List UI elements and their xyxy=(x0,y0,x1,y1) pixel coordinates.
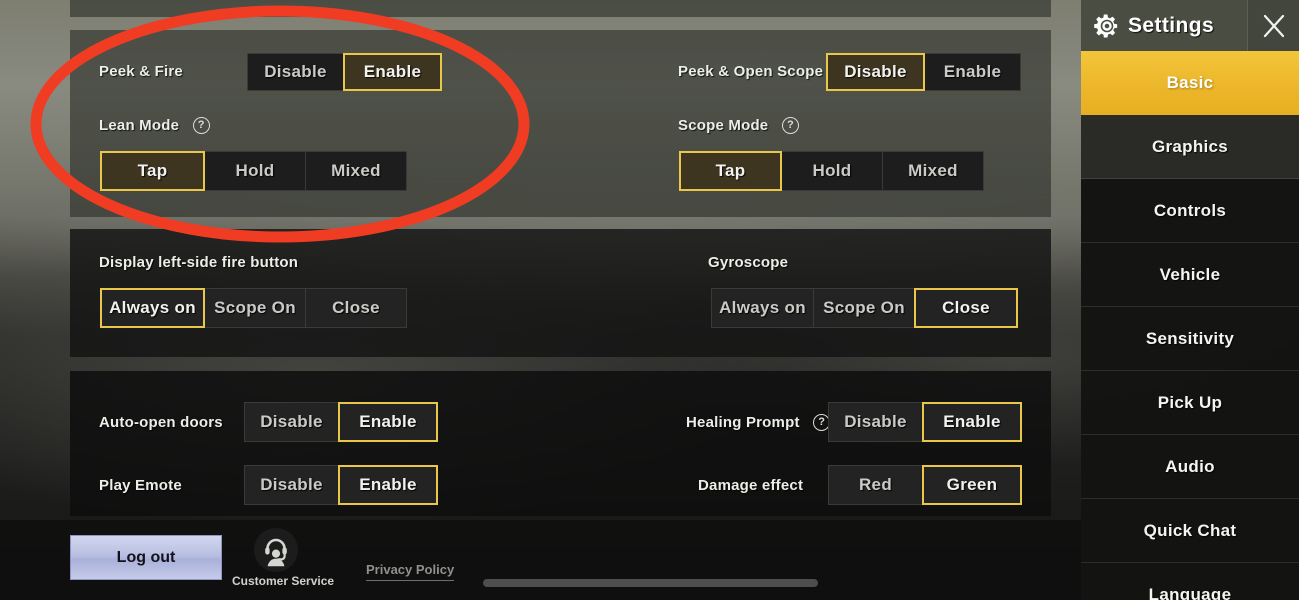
left-fire-button-label: Display left-side fire button xyxy=(99,254,299,271)
gyroscope-label-row: Gyroscope xyxy=(708,254,788,272)
peek-open-scope-label-row: Peek & Open Scope xyxy=(678,63,823,81)
play-emote-option-disable[interactable]: Disable xyxy=(244,465,339,505)
peek-fire-options: Disable Enable xyxy=(247,53,442,91)
sidebar-item-audio[interactable]: Audio xyxy=(1081,435,1299,499)
peek-open-scope-option-enable[interactable]: Enable xyxy=(924,53,1021,91)
auto-open-doors-option-disable[interactable]: Disable xyxy=(244,402,339,442)
sidebar-menu: Basic Graphics Controls Vehicle Sensitiv… xyxy=(1081,51,1299,600)
scope-mode-label-row: Scope Mode ? xyxy=(678,117,799,135)
panel-peek-settings: Peek & Fire Disable Enable Lean Mode ? T… xyxy=(70,30,1051,217)
gyroscope-label: Gyroscope xyxy=(708,254,789,271)
damage-effect-options: Red Green xyxy=(828,465,1022,505)
panel-misc-settings: Auto-open doors Disable Enable Play Emot… xyxy=(70,371,1051,516)
sidebar-header: Settings xyxy=(1081,0,1299,51)
panel-above-stub xyxy=(70,0,1051,17)
lean-mode-label-row: Lean Mode ? xyxy=(99,117,210,135)
healing-prompt-label-row: Healing Prompt ? xyxy=(686,414,831,432)
peek-fire-label-row: Peek & Fire xyxy=(99,63,183,81)
sidebar-item-sensitivity[interactable]: Sensitivity xyxy=(1081,307,1299,371)
auto-open-doors-label: Auto-open doors xyxy=(99,414,223,431)
settings-title: Settings xyxy=(1128,13,1215,37)
auto-open-doors-option-enable[interactable]: Enable xyxy=(338,402,438,442)
scope-mode-help-icon[interactable]: ? xyxy=(781,117,799,134)
settings-content: Peek & Fire Disable Enable Lean Mode ? T… xyxy=(0,0,1081,600)
left-fire-button-option-scope-on[interactable]: Scope On xyxy=(204,288,306,328)
panel-fire-gyro-settings: Display left-side fire button Always on … xyxy=(70,229,1051,357)
sidebar-item-graphics[interactable]: Graphics xyxy=(1081,115,1299,179)
close-x-icon xyxy=(1263,14,1284,37)
privacy-policy-link[interactable]: Privacy Policy xyxy=(366,562,455,581)
auto-open-doors-options: Disable Enable xyxy=(244,402,438,442)
scope-mode-option-hold[interactable]: Hold xyxy=(781,151,883,191)
peek-open-scope-options: Disable Enable xyxy=(826,53,1021,91)
left-fire-button-option-always-on[interactable]: Always on xyxy=(100,288,205,328)
horizontal-scrollbar[interactable] xyxy=(483,579,818,587)
left-fire-button-label-row: Display left-side fire button xyxy=(99,254,298,272)
damage-effect-label-row: Damage effect xyxy=(698,477,803,495)
headset-agent-icon xyxy=(254,528,298,572)
healing-prompt-options: Disable Enable xyxy=(828,402,1022,442)
sidebar-item-quick-chat[interactable]: Quick Chat xyxy=(1081,499,1299,563)
scope-mode-options: Tap Hold Mixed xyxy=(679,151,984,191)
damage-effect-option-green[interactable]: Green xyxy=(922,465,1022,505)
settings-screen: Peek & Fire Disable Enable Lean Mode ? T… xyxy=(0,0,1299,600)
peek-fire-label: Peek & Fire xyxy=(99,63,183,80)
gear-icon xyxy=(1094,13,1120,39)
damage-effect-option-red[interactable]: Red xyxy=(828,465,923,505)
sidebar-item-controls[interactable]: Controls xyxy=(1081,179,1299,243)
customer-service-label: Customer Service xyxy=(232,574,335,588)
lean-mode-option-mixed[interactable]: Mixed xyxy=(305,151,407,191)
healing-prompt-label: Healing Prompt xyxy=(686,414,800,431)
gyroscope-option-always-on[interactable]: Always on xyxy=(711,288,814,328)
play-emote-option-enable[interactable]: Enable xyxy=(338,465,438,505)
sidebar-item-vehicle[interactable]: Vehicle xyxy=(1081,243,1299,307)
healing-prompt-option-enable[interactable]: Enable xyxy=(922,402,1022,442)
scope-mode-option-tap[interactable]: Tap xyxy=(679,151,782,191)
play-emote-label: Play Emote xyxy=(99,477,182,494)
scope-mode-label: Scope Mode xyxy=(678,117,769,134)
healing-prompt-option-disable[interactable]: Disable xyxy=(828,402,923,442)
left-fire-button-option-close[interactable]: Close xyxy=(305,288,407,328)
peek-fire-option-disable[interactable]: Disable xyxy=(247,53,344,91)
logout-button[interactable]: Log out xyxy=(70,535,222,580)
peek-fire-option-enable[interactable]: Enable xyxy=(343,53,442,91)
scope-mode-option-mixed[interactable]: Mixed xyxy=(882,151,984,191)
peek-open-scope-option-disable[interactable]: Disable xyxy=(826,53,925,91)
peek-open-scope-label: Peek & Open Scope xyxy=(678,63,824,80)
lean-mode-label: Lean Mode xyxy=(99,117,180,134)
lean-mode-options: Tap Hold Mixed xyxy=(100,151,407,191)
sidebar-item-pick-up[interactable]: Pick Up xyxy=(1081,371,1299,435)
gyroscope-options: Always on Scope On Close xyxy=(711,288,1018,328)
play-emote-options: Disable Enable xyxy=(244,465,438,505)
gyroscope-option-scope-on[interactable]: Scope On xyxy=(813,288,915,328)
damage-effect-label: Damage effect xyxy=(698,477,804,494)
play-emote-label-row: Play Emote xyxy=(99,477,182,495)
close-button[interactable] xyxy=(1247,0,1299,51)
customer-service-button[interactable]: Customer Service xyxy=(232,528,335,588)
gyroscope-option-close[interactable]: Close xyxy=(914,288,1018,328)
auto-open-doors-label-row: Auto-open doors xyxy=(99,414,223,432)
sidebar-item-language[interactable]: Language xyxy=(1081,563,1299,600)
lean-mode-option-tap[interactable]: Tap xyxy=(100,151,205,191)
sidebar-item-basic[interactable]: Basic xyxy=(1081,51,1299,115)
settings-sidebar: Settings Basic Graphics Controls Vehicle… xyxy=(1081,0,1299,600)
left-fire-button-options: Always on Scope On Close xyxy=(100,288,407,328)
lean-mode-option-hold[interactable]: Hold xyxy=(204,151,306,191)
lean-mode-help-icon[interactable]: ? xyxy=(192,117,210,134)
